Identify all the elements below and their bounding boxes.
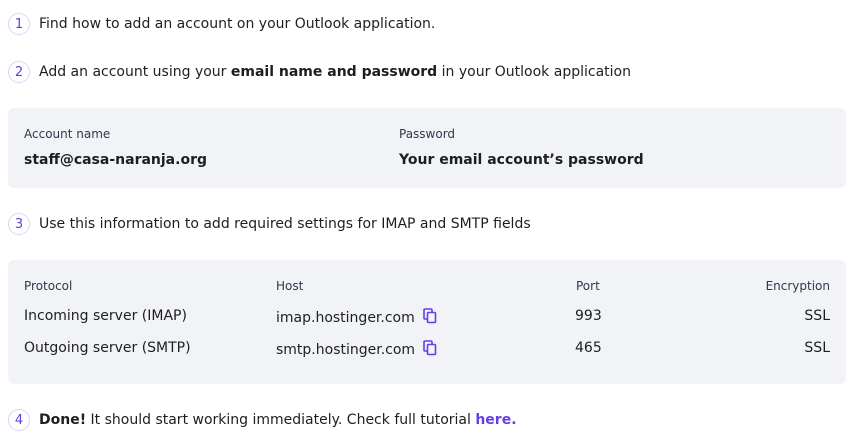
step-4: 4 Done! It should start working immediat…	[8, 409, 517, 431]
encryption-cell: SSL	[804, 340, 830, 356]
step-text: Use this information to add required set…	[39, 216, 531, 232]
step-number: 1	[8, 13, 30, 35]
step-number: 2	[8, 61, 30, 83]
outlook-setup-guide: 1 Find how to add an account on your Out…	[0, 0, 859, 441]
protocol-cell: Incoming server (IMAP)	[24, 308, 187, 324]
account-panel: Account name staff@casa-naranja.org Pass…	[8, 108, 846, 188]
header-encryption: Encryption	[765, 279, 830, 293]
tutorial-link[interactable]: here.	[475, 412, 516, 428]
step-2: 2 Add an account using your email name a…	[8, 61, 631, 83]
step-1: 1 Find how to add an account on your Out…	[8, 13, 435, 35]
copy-icon[interactable]	[422, 308, 437, 328]
port-cell: 465	[575, 340, 602, 356]
host-value: imap.hostinger.com	[276, 310, 415, 326]
protocol-cell: Outgoing server (SMTP)	[24, 340, 191, 356]
port-cell: 993	[575, 308, 602, 324]
step-text-bold: Done!	[39, 412, 87, 428]
header-protocol: Protocol	[24, 279, 73, 293]
host-value: smtp.hostinger.com	[276, 342, 416, 358]
server-settings-panel: Protocol Host Port Encryption Incoming s…	[8, 260, 846, 384]
host-cell: smtp.hostinger.com	[276, 340, 437, 360]
account-name-label: Account name	[24, 127, 111, 141]
copy-icon[interactable]	[423, 340, 437, 360]
password-label: Password	[399, 127, 456, 141]
step-3: 3 Use this information to add required s…	[8, 213, 531, 235]
password-value: Your email account’s password	[399, 152, 644, 168]
step-number: 4	[8, 409, 30, 431]
account-name-value: staff@casa-naranja.org	[24, 152, 207, 168]
step-text-post: in your Outlook application	[437, 64, 631, 80]
step-text-pre: Add an account using your	[39, 64, 231, 80]
step-number: 3	[8, 213, 30, 235]
encryption-cell: SSL	[804, 308, 830, 324]
step-text: Find how to add an account on your Outlo…	[39, 16, 436, 32]
host-cell: imap.hostinger.com	[276, 308, 437, 328]
step-text: It should start working immediately. Che…	[86, 412, 476, 428]
header-host: Host	[276, 279, 304, 293]
header-port: Port	[576, 279, 600, 293]
step-text-bold: email name and password	[230, 64, 438, 80]
